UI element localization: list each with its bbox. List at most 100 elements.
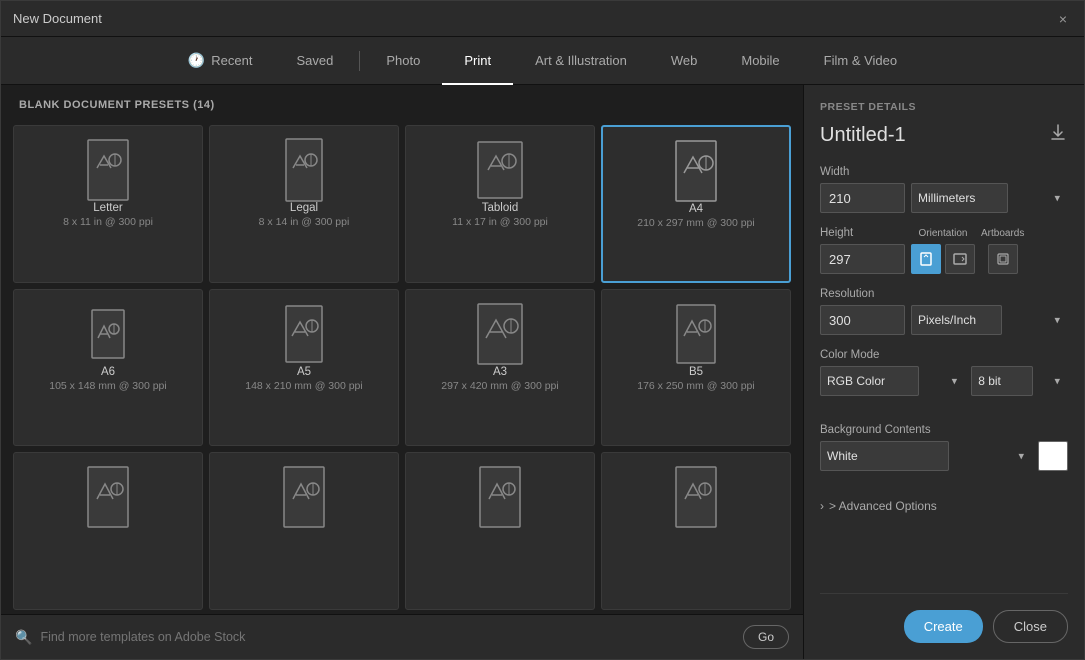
- preset-b5-name: B5: [689, 366, 703, 378]
- preset-a6-name: A6: [101, 366, 115, 378]
- preset-b5-icon: [670, 302, 722, 366]
- width-unit-select[interactable]: Millimeters Pixels Inches Centimeters: [911, 183, 1008, 213]
- resolution-field-row: Resolution Pixels/Inch Pixels/Cm: [820, 288, 1068, 335]
- preset-b5-dims: 176 x 250 mm @ 300 ppi: [637, 380, 754, 392]
- tab-web[interactable]: Web: [649, 37, 720, 85]
- save-preset-icon[interactable]: [1048, 123, 1068, 148]
- left-panel: BLANK DOCUMENT PRESETS (14) Letter 8 x 1…: [1, 85, 804, 659]
- bit-depth-wrapper: 8 bit 16 bit 32 bit: [971, 366, 1068, 396]
- bg-contents-row: White Black Transparent Background Color…: [820, 441, 1068, 471]
- search-icon: 🔍: [15, 629, 32, 646]
- width-label: Width: [820, 166, 1068, 178]
- height-input[interactable]: [820, 244, 905, 274]
- preset-tabloid[interactable]: Tabloid 11 x 17 in @ 300 ppi: [405, 125, 595, 283]
- color-mode-wrapper: RGB Color CMYK Color Grayscale Lab Color…: [820, 366, 965, 396]
- preset-a3-dims: 297 x 420 mm @ 300 ppi: [441, 380, 558, 392]
- orientation-group: Orientation: [911, 228, 975, 274]
- preset-a5[interactable]: A5 148 x 210 mm @ 300 ppi: [209, 289, 399, 447]
- resolution-unit-wrapper: Pixels/Inch Pixels/Cm: [911, 305, 1068, 335]
- preset-a6[interactable]: A6 105 x 148 mm @ 300 ppi: [13, 289, 203, 447]
- preset-p1[interactable]: [13, 452, 203, 610]
- resolution-label: Resolution: [820, 288, 1068, 300]
- preset-a4-name: A4: [689, 203, 703, 215]
- close-button[interactable]: Close: [993, 610, 1068, 643]
- resolution-input-group: Pixels/Inch Pixels/Cm: [820, 305, 1068, 335]
- bg-contents-field-row: Background Contents White Black Transpar…: [820, 424, 1068, 485]
- dialog-title: New Document: [13, 11, 102, 26]
- preset-legal[interactable]: Legal 8 x 14 in @ 300 ppi: [209, 125, 399, 283]
- tab-art[interactable]: Art & Illustration: [513, 37, 649, 85]
- bg-contents-select[interactable]: White Black Transparent Background Color…: [820, 441, 949, 471]
- artboards-label: Artboards: [981, 228, 1024, 239]
- doc-title: Untitled-1: [820, 124, 906, 147]
- preset-p3[interactable]: [405, 452, 595, 610]
- preset-a3[interactable]: A3 297 x 420 mm @ 300 ppi: [405, 289, 595, 447]
- preset-letter-name: Letter: [93, 202, 122, 214]
- presets-grid: Letter 8 x 11 in @ 300 ppi Legal 8 x 14 …: [1, 121, 803, 614]
- right-panel: PRESET DETAILS Untitled-1 Width: [804, 85, 1084, 659]
- preset-tabloid-dims: 11 x 17 in @ 300 ppi: [452, 216, 548, 228]
- preset-a3-icon: [474, 302, 526, 366]
- width-unit-wrapper: Millimeters Pixels Inches Centimeters: [911, 183, 1068, 213]
- main-content: BLANK DOCUMENT PRESETS (14) Letter 8 x 1…: [1, 85, 1084, 659]
- preset-p2[interactable]: [209, 452, 399, 610]
- preset-p1-icon: [82, 465, 134, 529]
- resolution-input[interactable]: [820, 305, 905, 335]
- preset-a4-dims: 210 x 297 mm @ 300 ppi: [637, 217, 754, 229]
- landscape-button[interactable]: [945, 244, 975, 274]
- preset-letter-icon: [82, 138, 134, 202]
- width-field-row: Width Millimeters Pixels Inches Centimet…: [820, 166, 1068, 213]
- preset-a6-dims: 105 x 148 mm @ 300 ppi: [49, 380, 166, 392]
- preset-a5-name: A5: [297, 366, 311, 378]
- height-label: Height: [820, 227, 905, 239]
- tab-print[interactable]: Print: [442, 37, 513, 85]
- portrait-button[interactable]: [911, 244, 941, 274]
- preset-p2-icon: [278, 465, 330, 529]
- bg-contents-label: Background Contents: [820, 424, 1068, 436]
- preset-p4[interactable]: [601, 452, 791, 610]
- preset-p4-icon: [670, 465, 722, 529]
- width-input-group: Millimeters Pixels Inches Centimeters: [820, 183, 1068, 213]
- advanced-options-toggle[interactable]: › > Advanced Options: [820, 499, 1068, 513]
- width-input[interactable]: [820, 183, 905, 213]
- color-mode-label: Color Mode: [820, 349, 1068, 361]
- new-document-dialog: New Document × 🕐 Recent Saved Photo Prin…: [0, 0, 1085, 660]
- preset-a3-name: A3: [493, 366, 507, 378]
- tab-mobile[interactable]: Mobile: [719, 37, 801, 85]
- bit-depth-select[interactable]: 8 bit 16 bit 32 bit: [971, 366, 1033, 396]
- go-button[interactable]: Go: [743, 625, 789, 649]
- color-mode-select[interactable]: RGB Color CMYK Color Grayscale Lab Color…: [820, 366, 919, 396]
- tabs-bar: 🕐 Recent Saved Photo Print Art & Illustr…: [1, 37, 1084, 85]
- preset-a5-dims: 148 x 210 mm @ 300 ppi: [245, 380, 362, 392]
- tab-saved[interactable]: Saved: [275, 37, 356, 85]
- preset-legal-name: Legal: [290, 202, 318, 214]
- bg-contents-wrapper: White Black Transparent Background Color…: [820, 441, 1032, 471]
- preset-letter[interactable]: Letter 8 x 11 in @ 300 ppi: [13, 125, 203, 283]
- tab-divider: [359, 51, 360, 71]
- preset-letter-dims: 8 x 11 in @ 300 ppi: [63, 216, 153, 228]
- bg-color-swatch[interactable]: [1038, 441, 1068, 471]
- preset-p3-icon: [474, 465, 526, 529]
- preset-a4-icon: [670, 139, 722, 203]
- color-mode-row: RGB Color CMYK Color Grayscale Lab Color…: [820, 366, 1068, 396]
- preset-legal-icon: [278, 138, 330, 202]
- search-bar: 🔍 Go: [1, 614, 803, 659]
- search-input-wrapper: 🔍: [15, 629, 735, 646]
- artboards-button[interactable]: [988, 244, 1018, 274]
- artboards-group: Artboards: [981, 228, 1024, 274]
- preset-b5[interactable]: B5 176 x 250 mm @ 300 ppi: [601, 289, 791, 447]
- color-mode-field-row: Color Mode RGB Color CMYK Color Grayscal…: [820, 349, 1068, 410]
- bottom-buttons: Create Close: [820, 593, 1068, 659]
- resolution-unit-select[interactable]: Pixels/Inch Pixels/Cm: [911, 305, 1002, 335]
- preset-a4[interactable]: A4 210 x 297 mm @ 300 ppi: [601, 125, 791, 283]
- dialog-close-button[interactable]: ×: [1054, 10, 1072, 28]
- create-button[interactable]: Create: [904, 610, 983, 643]
- tab-film[interactable]: Film & Video: [802, 37, 919, 85]
- preset-a6-icon: [82, 302, 134, 366]
- height-field-group: Height: [820, 227, 905, 274]
- tab-recent[interactable]: 🕐 Recent: [166, 37, 275, 85]
- chevron-right-icon: ›: [820, 499, 824, 513]
- search-input[interactable]: [40, 630, 735, 644]
- tab-photo[interactable]: Photo: [364, 37, 442, 85]
- recent-icon: 🕐: [188, 52, 205, 69]
